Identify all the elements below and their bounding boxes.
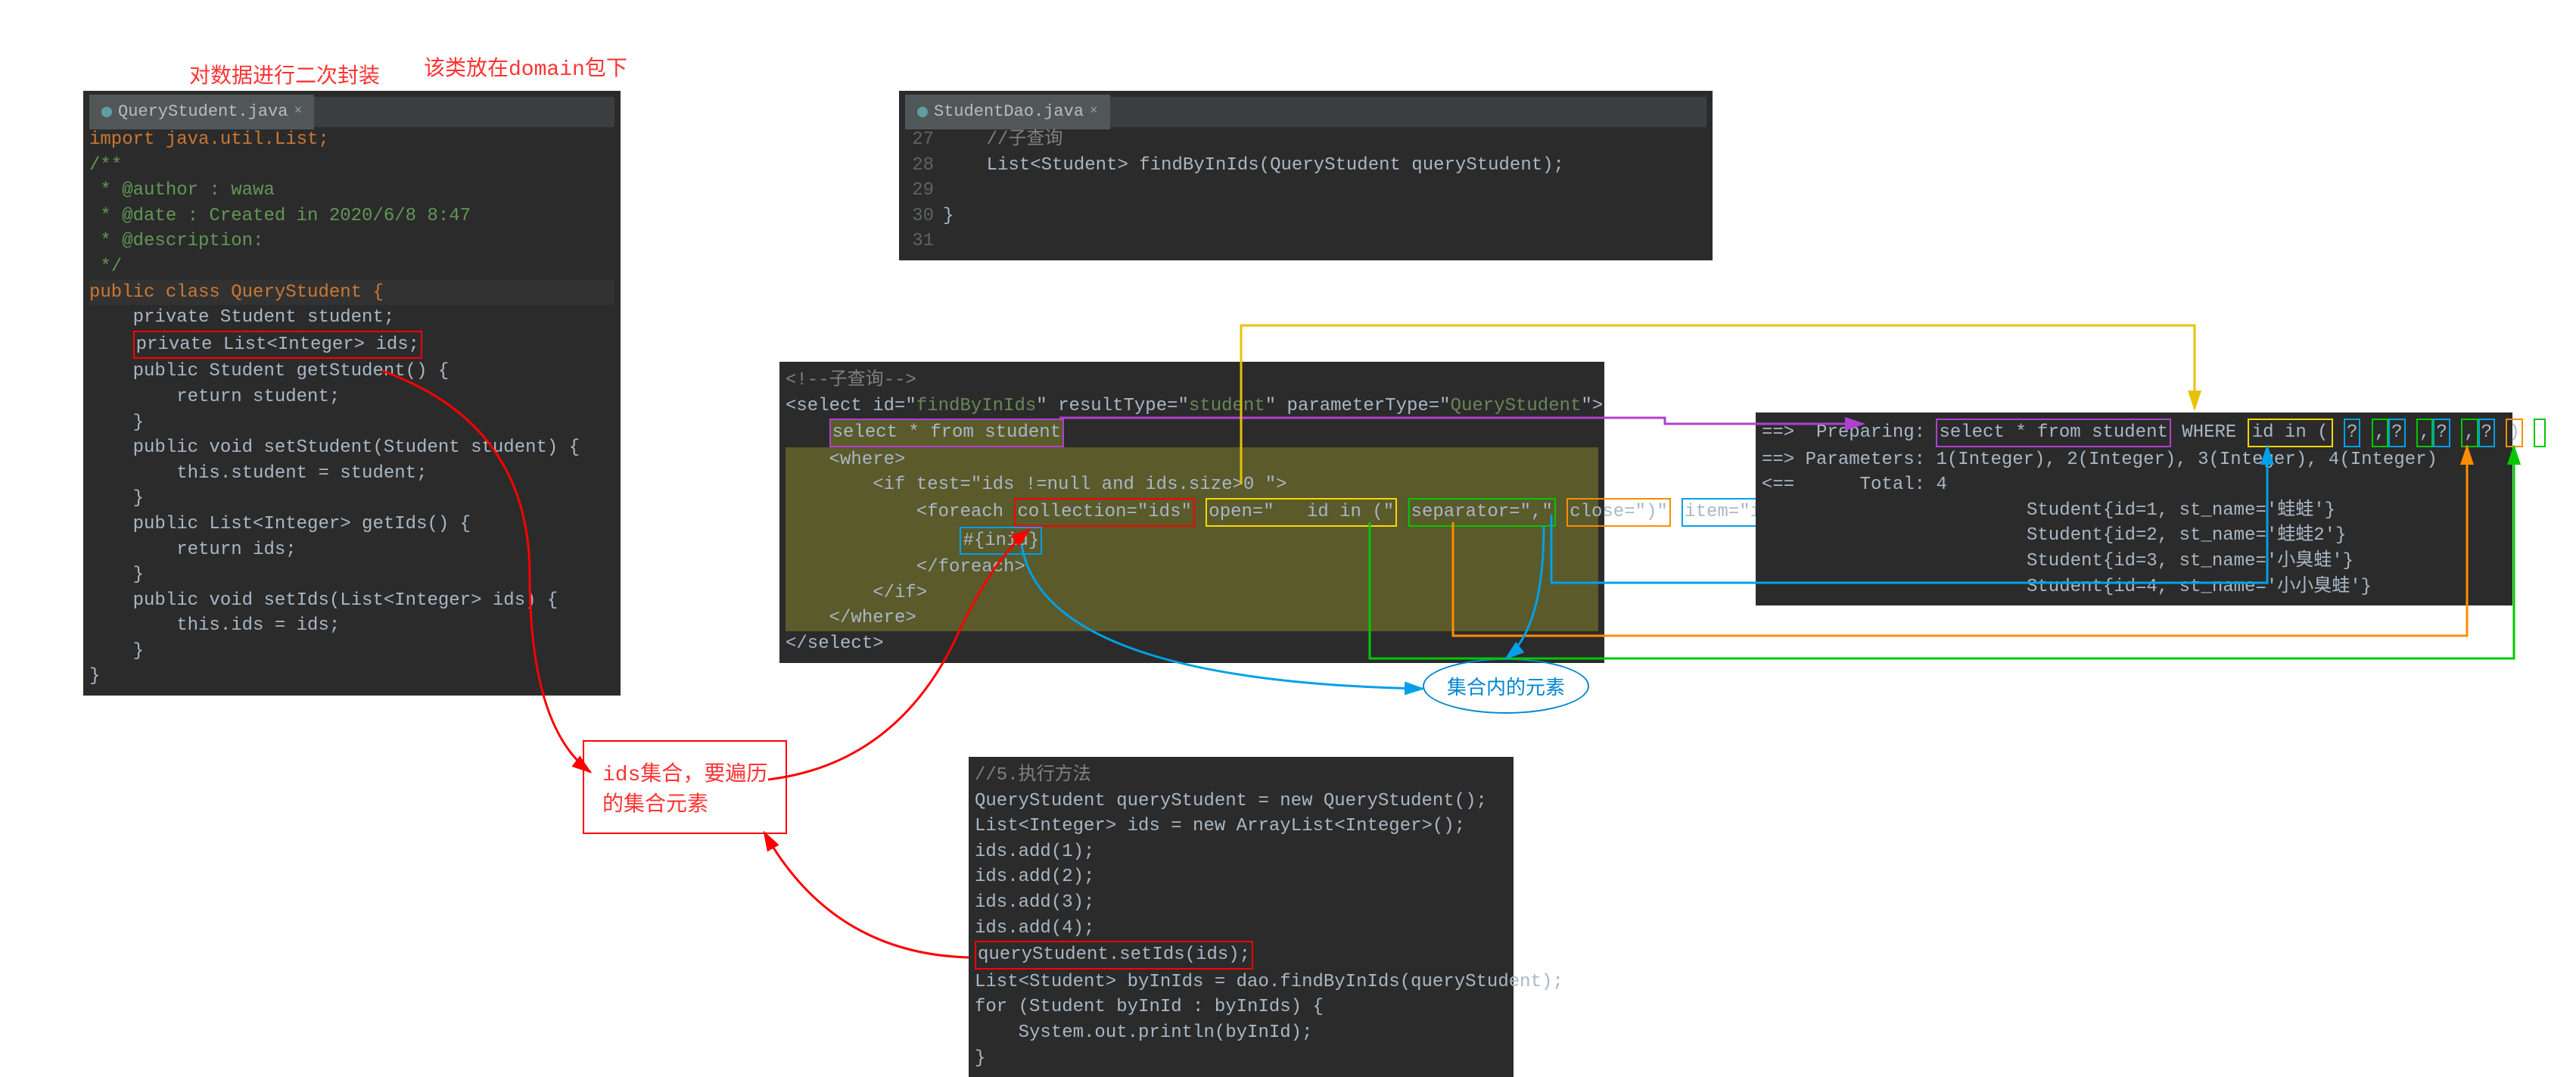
tab-querystudent[interactable]: QueryStudent.java × xyxy=(89,95,314,130)
code-line: List<Student> findByInIds(QueryStudent q… xyxy=(943,155,1564,176)
inid-box: #{inid} xyxy=(960,527,1042,556)
code-line: this.ids = ids; xyxy=(89,615,340,636)
gutter: 31 xyxy=(905,229,943,254)
close-icon[interactable]: × xyxy=(294,102,302,121)
code-line: } xyxy=(975,1048,985,1069)
gutter: 30 xyxy=(905,204,943,229)
code-line: return ids; xyxy=(89,540,297,560)
code-line: <where> xyxy=(786,450,905,470)
console-prep: ==> Preparing: select * from student WHE… xyxy=(1762,422,2546,443)
annotation-data-wrap: 对数据进行二次封装 xyxy=(189,59,380,89)
separator-box: separator="," xyxy=(1408,498,1556,527)
tab-label: QueryStudent.java xyxy=(118,101,288,124)
console-row: Student{id=3, st_name='小臭蛙'} xyxy=(2027,551,2354,571)
collection-box: collection="ids" xyxy=(1014,498,1194,527)
code-line: public Student getStudent() { xyxy=(89,361,449,381)
code-line: System.out.println(byInId); xyxy=(975,1023,1312,1043)
code-line: ids.add(4); xyxy=(975,918,1094,938)
console-total: <== Total: 4 xyxy=(1762,475,1947,495)
console-params: ==> Parameters: 1(Integer), 2(Integer), … xyxy=(1762,450,2438,470)
code-line: ids.add(1); xyxy=(975,842,1094,862)
code-line: * @author : wawa xyxy=(89,180,275,201)
code-line: public void setStudent(Student student) … xyxy=(89,437,580,458)
code-line: </if> xyxy=(786,583,927,603)
code-line: * @description: xyxy=(89,231,263,251)
code-line: <if test="ids !=null and ids.size>0 "> xyxy=(786,475,1287,495)
close-icon[interactable]: × xyxy=(1090,102,1098,121)
code-line: </select> xyxy=(786,633,884,654)
ids-field-box: private List<Integer> ids; xyxy=(133,331,422,360)
console-row: Student{id=2, st_name='蛙蛙2'} xyxy=(2027,525,2346,546)
code-line: List<Student> byInIds = dao.findByInIds(… xyxy=(975,972,1563,992)
querystudent-editor: QueryStudent.java × import java.util.Lis… xyxy=(83,91,621,696)
console-row: Student{id=4, st_name='小小臭蛙'} xyxy=(2027,577,2372,597)
code-line: private Student student; xyxy=(89,307,394,328)
xml-editor: <!--子查询--> <select id="findByInIds" resu… xyxy=(779,362,1604,663)
tab-bar-dao: StudentDao.java × xyxy=(905,97,1706,127)
console-output: ==> Preparing: select * from student WHE… xyxy=(1756,412,2512,605)
tab-label: StudentDao.java xyxy=(934,101,1084,124)
code-line: //子查询 xyxy=(943,129,1062,150)
code-line: <!--子查询--> xyxy=(786,370,916,391)
blue-ellipse: 集合内的元素 xyxy=(1423,658,1589,714)
code-line: QueryStudent queryStudent = new QueryStu… xyxy=(975,791,1487,811)
code-line: } xyxy=(89,641,144,661)
exec-editor: //5.执行方法 QueryStudent queryStudent = new… xyxy=(969,757,1514,1077)
indent xyxy=(786,531,960,551)
close-box: close=")" xyxy=(1566,498,1671,527)
code-line: * @date : Created in 2020/6/8 8:47 xyxy=(89,206,471,226)
code-line: } xyxy=(89,565,144,585)
open-box: open=" id in (" xyxy=(1206,498,1397,527)
xml-select: <select id="findByInIds" resultType="stu… xyxy=(786,396,1603,416)
code-line: } xyxy=(943,206,954,226)
gutter: 28 xyxy=(905,153,943,179)
sql-select-box: select * from student xyxy=(829,419,1064,447)
code-line: for (Student byInId : byInIds) { xyxy=(975,997,1324,1017)
code-line: ids.add(3); xyxy=(975,892,1094,913)
tab-icon xyxy=(101,107,112,117)
code-line: </where> xyxy=(786,608,916,628)
studentdao-editor: StudentDao.java × 27 //子查询 28 List<Stude… xyxy=(899,91,1713,260)
tab-bar-left: QueryStudent.java × xyxy=(89,97,614,127)
setids-box: queryStudent.setIds(ids); xyxy=(975,941,1253,970)
annotation-domain-pkg: 该类放在domain包下 xyxy=(424,51,627,82)
code-line: return student; xyxy=(89,387,340,407)
code-line: } xyxy=(89,666,100,686)
code-line: </foreach> xyxy=(786,557,1025,577)
indent xyxy=(89,335,133,355)
code-line: public void setIds(List<Integer> ids) { xyxy=(89,590,558,611)
gutter: 27 xyxy=(905,127,943,153)
ids-note-line: 的集合元素 xyxy=(602,787,767,817)
code-line: public List<Integer> getIds() { xyxy=(89,514,471,534)
code-line: ids.add(2); xyxy=(975,867,1094,887)
tab-studentdao[interactable]: StudentDao.java × xyxy=(905,95,1110,130)
ids-note-line: ids集合，要遍历 xyxy=(602,757,767,787)
indent xyxy=(786,422,829,443)
tab-icon xyxy=(917,107,928,117)
code-line: public class QueryStudent { xyxy=(89,282,384,303)
console-row: Student{id=1, st_name='蛙蛙'} xyxy=(2027,500,2335,521)
foreach-line: <foreach collection="ids" open=" id in (… xyxy=(786,502,1818,522)
gutter: 29 xyxy=(905,178,943,204)
code-line: //5.执行方法 xyxy=(975,765,1091,786)
code-line: } xyxy=(89,488,144,509)
code-line: } xyxy=(89,412,144,433)
code-line: List<Integer> ids = new ArrayList<Intege… xyxy=(975,816,1465,836)
code-line: */ xyxy=(89,257,122,277)
blue-note-text: 集合内的元素 xyxy=(1447,677,1565,700)
code-line: /** xyxy=(89,155,122,176)
code-line: this.student = student; xyxy=(89,463,427,484)
ids-note-box: ids集合，要遍历 的集合元素 xyxy=(583,740,787,834)
code-line: import java.util.List; xyxy=(89,129,329,150)
